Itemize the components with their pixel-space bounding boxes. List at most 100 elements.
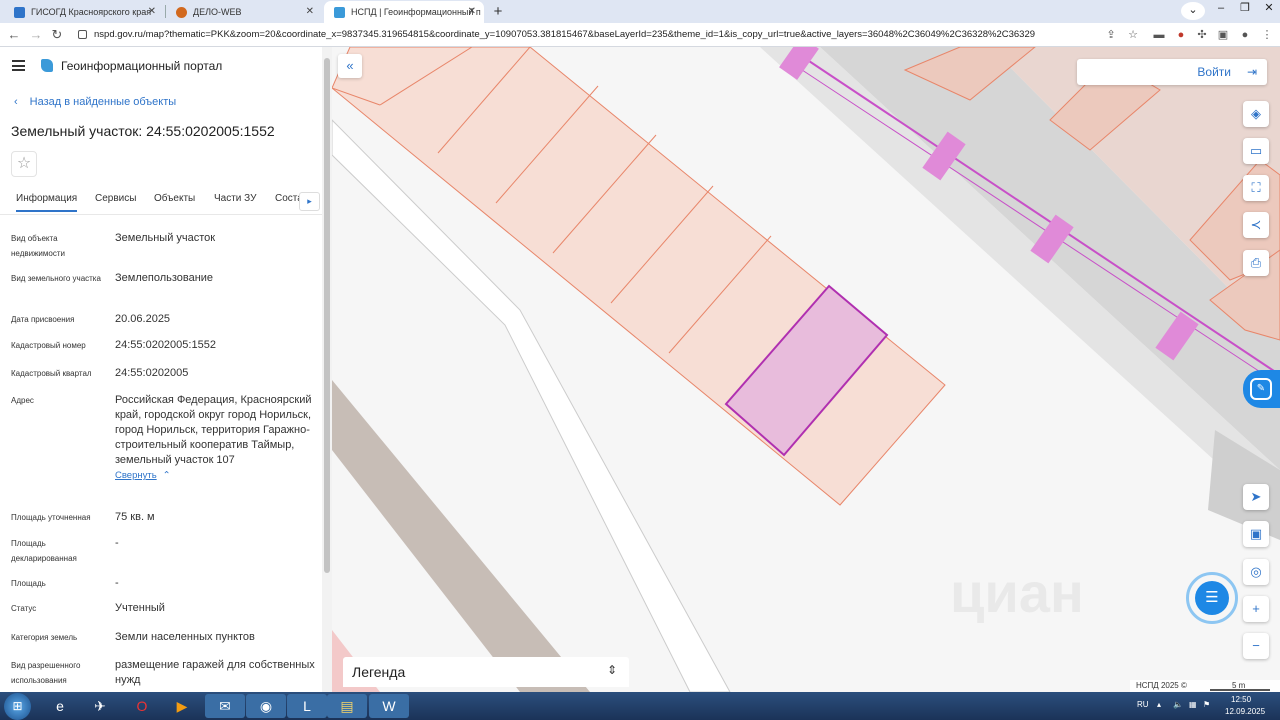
- copyright-text: НСПД 2025 ©: [1136, 681, 1187, 690]
- locate-arrow-icon[interactable]: ➤: [1243, 484, 1269, 510]
- zoom-out-button[interactable]: −: [1243, 633, 1269, 659]
- collapse-panel-button[interactable]: «: [338, 54, 362, 78]
- clock-time[interactable]: 12:50: [1231, 695, 1251, 704]
- field-label: Площадь декларированная: [11, 539, 77, 563]
- ruler-icon[interactable]: ▭: [1243, 138, 1269, 164]
- hamburger-menu-icon[interactable]: [12, 60, 25, 71]
- favorite-star-icon[interactable]: ☆: [11, 151, 37, 177]
- share-icon[interactable]: ≺: [1243, 212, 1269, 238]
- system-tray: RU ▴ 🔈 ▦ ⚑ 12:50 12.09.2025: [1133, 692, 1280, 720]
- field-row: Кадастровый номер 24:55:0202005:1552: [11, 338, 316, 353]
- tab-title: НСПД | Геоинформационный п: [351, 7, 481, 17]
- field-value: размещение гаражей для собственных нужд: [115, 659, 315, 686]
- extension-icon[interactable]: ▬: [1152, 28, 1166, 42]
- field-label: Вид разрешенного использования: [11, 661, 81, 685]
- volume-icon[interactable]: 🔈: [1173, 700, 1183, 709]
- share-icon[interactable]: ⇪: [1104, 28, 1118, 42]
- login-button[interactable]: Войти ⇥: [1077, 59, 1267, 85]
- geo-search-icon[interactable]: ◎: [1243, 559, 1269, 585]
- network-icon[interactable]: ▦: [1189, 700, 1197, 709]
- close-tab-icon[interactable]: ✕: [306, 6, 314, 17]
- media-player-icon[interactable]: ▶: [162, 694, 202, 718]
- browser-tab-gisogd[interactable]: ГИСОГД Красноярского края ✕: [4, 1, 164, 23]
- tray-arrow-icon[interactable]: ▴: [1157, 700, 1161, 709]
- opera-icon[interactable]: O: [122, 694, 162, 718]
- field-value: 20.06.2025: [115, 313, 171, 325]
- field-value: Земельный участок: [115, 232, 216, 244]
- print-icon[interactable]: ⎙: [1243, 250, 1269, 276]
- browser-toolbar: ← → ↻ nspd.gov.ru/map?thematic=PKK&zoom=…: [0, 23, 1280, 47]
- start-button[interactable]: ⊞: [4, 693, 31, 720]
- side-panel-icon[interactable]: ▣: [1216, 28, 1230, 42]
- zoom-in-button[interactable]: +: [1243, 596, 1269, 622]
- close-window-button[interactable]: ✕: [1256, 0, 1280, 18]
- scale-line: [1210, 689, 1270, 691]
- windows-taskbar: ⊞ e ✈ O ▶ ✉ ◉ L ▤ W RU ▴ 🔈 ▦ ⚑ 12:50 12.…: [0, 692, 1280, 720]
- browser-tab-bar: ГИСОГД Красноярского края ✕ ДЕЛО-WEB ✕ Н…: [0, 0, 1280, 23]
- profile-icon[interactable]: ●: [1238, 28, 1252, 42]
- field-label: Площадь уточненная: [11, 513, 91, 522]
- minimap-icon[interactable]: ▣: [1243, 521, 1269, 547]
- tab-search-button[interactable]: ⌄: [1181, 2, 1205, 20]
- flag-icon[interactable]: ⚑: [1203, 700, 1210, 709]
- select-area-icon[interactable]: ⛶: [1243, 175, 1269, 201]
- expand-updown-icon: ⇕: [606, 663, 617, 677]
- legend-bar[interactable]: Легенда ⇕: [343, 657, 629, 687]
- maximize-button[interactable]: ❐: [1232, 0, 1258, 18]
- field-value: 75 кв. м: [115, 511, 155, 523]
- map-scale-bar: НСПД 2025 © 5 m: [1130, 680, 1280, 692]
- map-layers: [332, 47, 1280, 692]
- collapse-link[interactable]: Свернуть ⌃: [115, 468, 315, 483]
- lock-icon: [78, 30, 87, 39]
- chat-button[interactable]: ☰: [1186, 572, 1238, 624]
- app-icon[interactable]: L: [287, 694, 327, 718]
- gisogd-favicon-icon: [14, 6, 25, 18]
- tabs-scroll-right-button[interactable]: ▸: [299, 192, 320, 211]
- forward-arrow-icon[interactable]: →: [27, 26, 45, 44]
- side-widget-button[interactable]: ✎: [1243, 370, 1280, 408]
- map-canvas[interactable]: [332, 47, 1280, 692]
- field-value: Землепользование: [115, 272, 214, 284]
- back-to-results-link[interactable]: ‹ Назад в найденные объекты: [14, 96, 176, 108]
- field-row-address: Адрес Российская Федерация, Красноярский…: [11, 393, 316, 493]
- minimize-button[interactable]: –: [1208, 0, 1234, 18]
- address-value: Российская Федерация, Красноярский край,…: [115, 394, 312, 466]
- tab-objects[interactable]: Объекты: [154, 193, 195, 204]
- browser-tab-nspd[interactable]: НСПД | Геоинформационный п ✕: [324, 1, 484, 23]
- address-bar[interactable]: nspd.gov.ru/map?thematic=PKK&zoom=20&coo…: [70, 25, 1145, 45]
- bird-app-icon[interactable]: ✈: [80, 694, 120, 718]
- document-icon: ✎: [1250, 378, 1272, 400]
- word-icon[interactable]: W: [369, 694, 409, 718]
- puzzle-icon[interactable]: ✣: [1195, 28, 1209, 42]
- field-row: Кадастровый квартал 24:55:0202005: [11, 366, 316, 381]
- field-value: Российская Федерация, Красноярский край,…: [115, 393, 315, 483]
- extension-icon[interactable]: ●: [1174, 28, 1188, 42]
- clock-date[interactable]: 12.09.2025: [1225, 707, 1265, 716]
- chrome-icon[interactable]: ◉: [246, 694, 286, 718]
- info-tabs: Информация Сервисы Объекты Части ЗУ Сост…: [0, 187, 322, 215]
- close-tab-icon[interactable]: ✕: [468, 6, 476, 17]
- tab-parts[interactable]: Части ЗУ: [214, 193, 256, 204]
- outlook-icon[interactable]: ✉: [205, 694, 245, 718]
- new-tab-button[interactable]: +: [489, 3, 507, 21]
- close-tab-icon[interactable]: ✕: [148, 6, 156, 17]
- field-row: Площадь -: [11, 576, 316, 591]
- folder-icon[interactable]: ▤: [327, 694, 367, 718]
- layers-icon[interactable]: ◈: [1243, 101, 1269, 127]
- back-arrow-icon[interactable]: ←: [5, 26, 23, 44]
- tab-information[interactable]: Информация: [16, 193, 78, 212]
- bookmark-star-icon[interactable]: ☆: [1126, 28, 1140, 42]
- nspd-favicon-icon: [334, 6, 345, 18]
- field-label: Кадастровый квартал: [11, 369, 92, 378]
- language-indicator[interactable]: RU: [1137, 700, 1149, 709]
- browser-tab-delo[interactable]: ДЕЛО-WEB ✕: [166, 1, 322, 23]
- panel-scrollbar-thumb[interactable]: [324, 58, 330, 573]
- portal-title: Геоинформационный портал: [61, 59, 223, 73]
- map-dark-area: [332, 380, 590, 692]
- tab-services[interactable]: Сервисы: [95, 193, 136, 204]
- url-text: nspd.gov.ru/map?thematic=PKK&zoom=20&coo…: [94, 29, 1036, 40]
- ie-icon[interactable]: e: [40, 694, 80, 718]
- menu-dots-icon[interactable]: ⋮: [1260, 28, 1274, 42]
- reload-icon[interactable]: ↻: [48, 26, 66, 44]
- delo-favicon-icon: [176, 6, 187, 18]
